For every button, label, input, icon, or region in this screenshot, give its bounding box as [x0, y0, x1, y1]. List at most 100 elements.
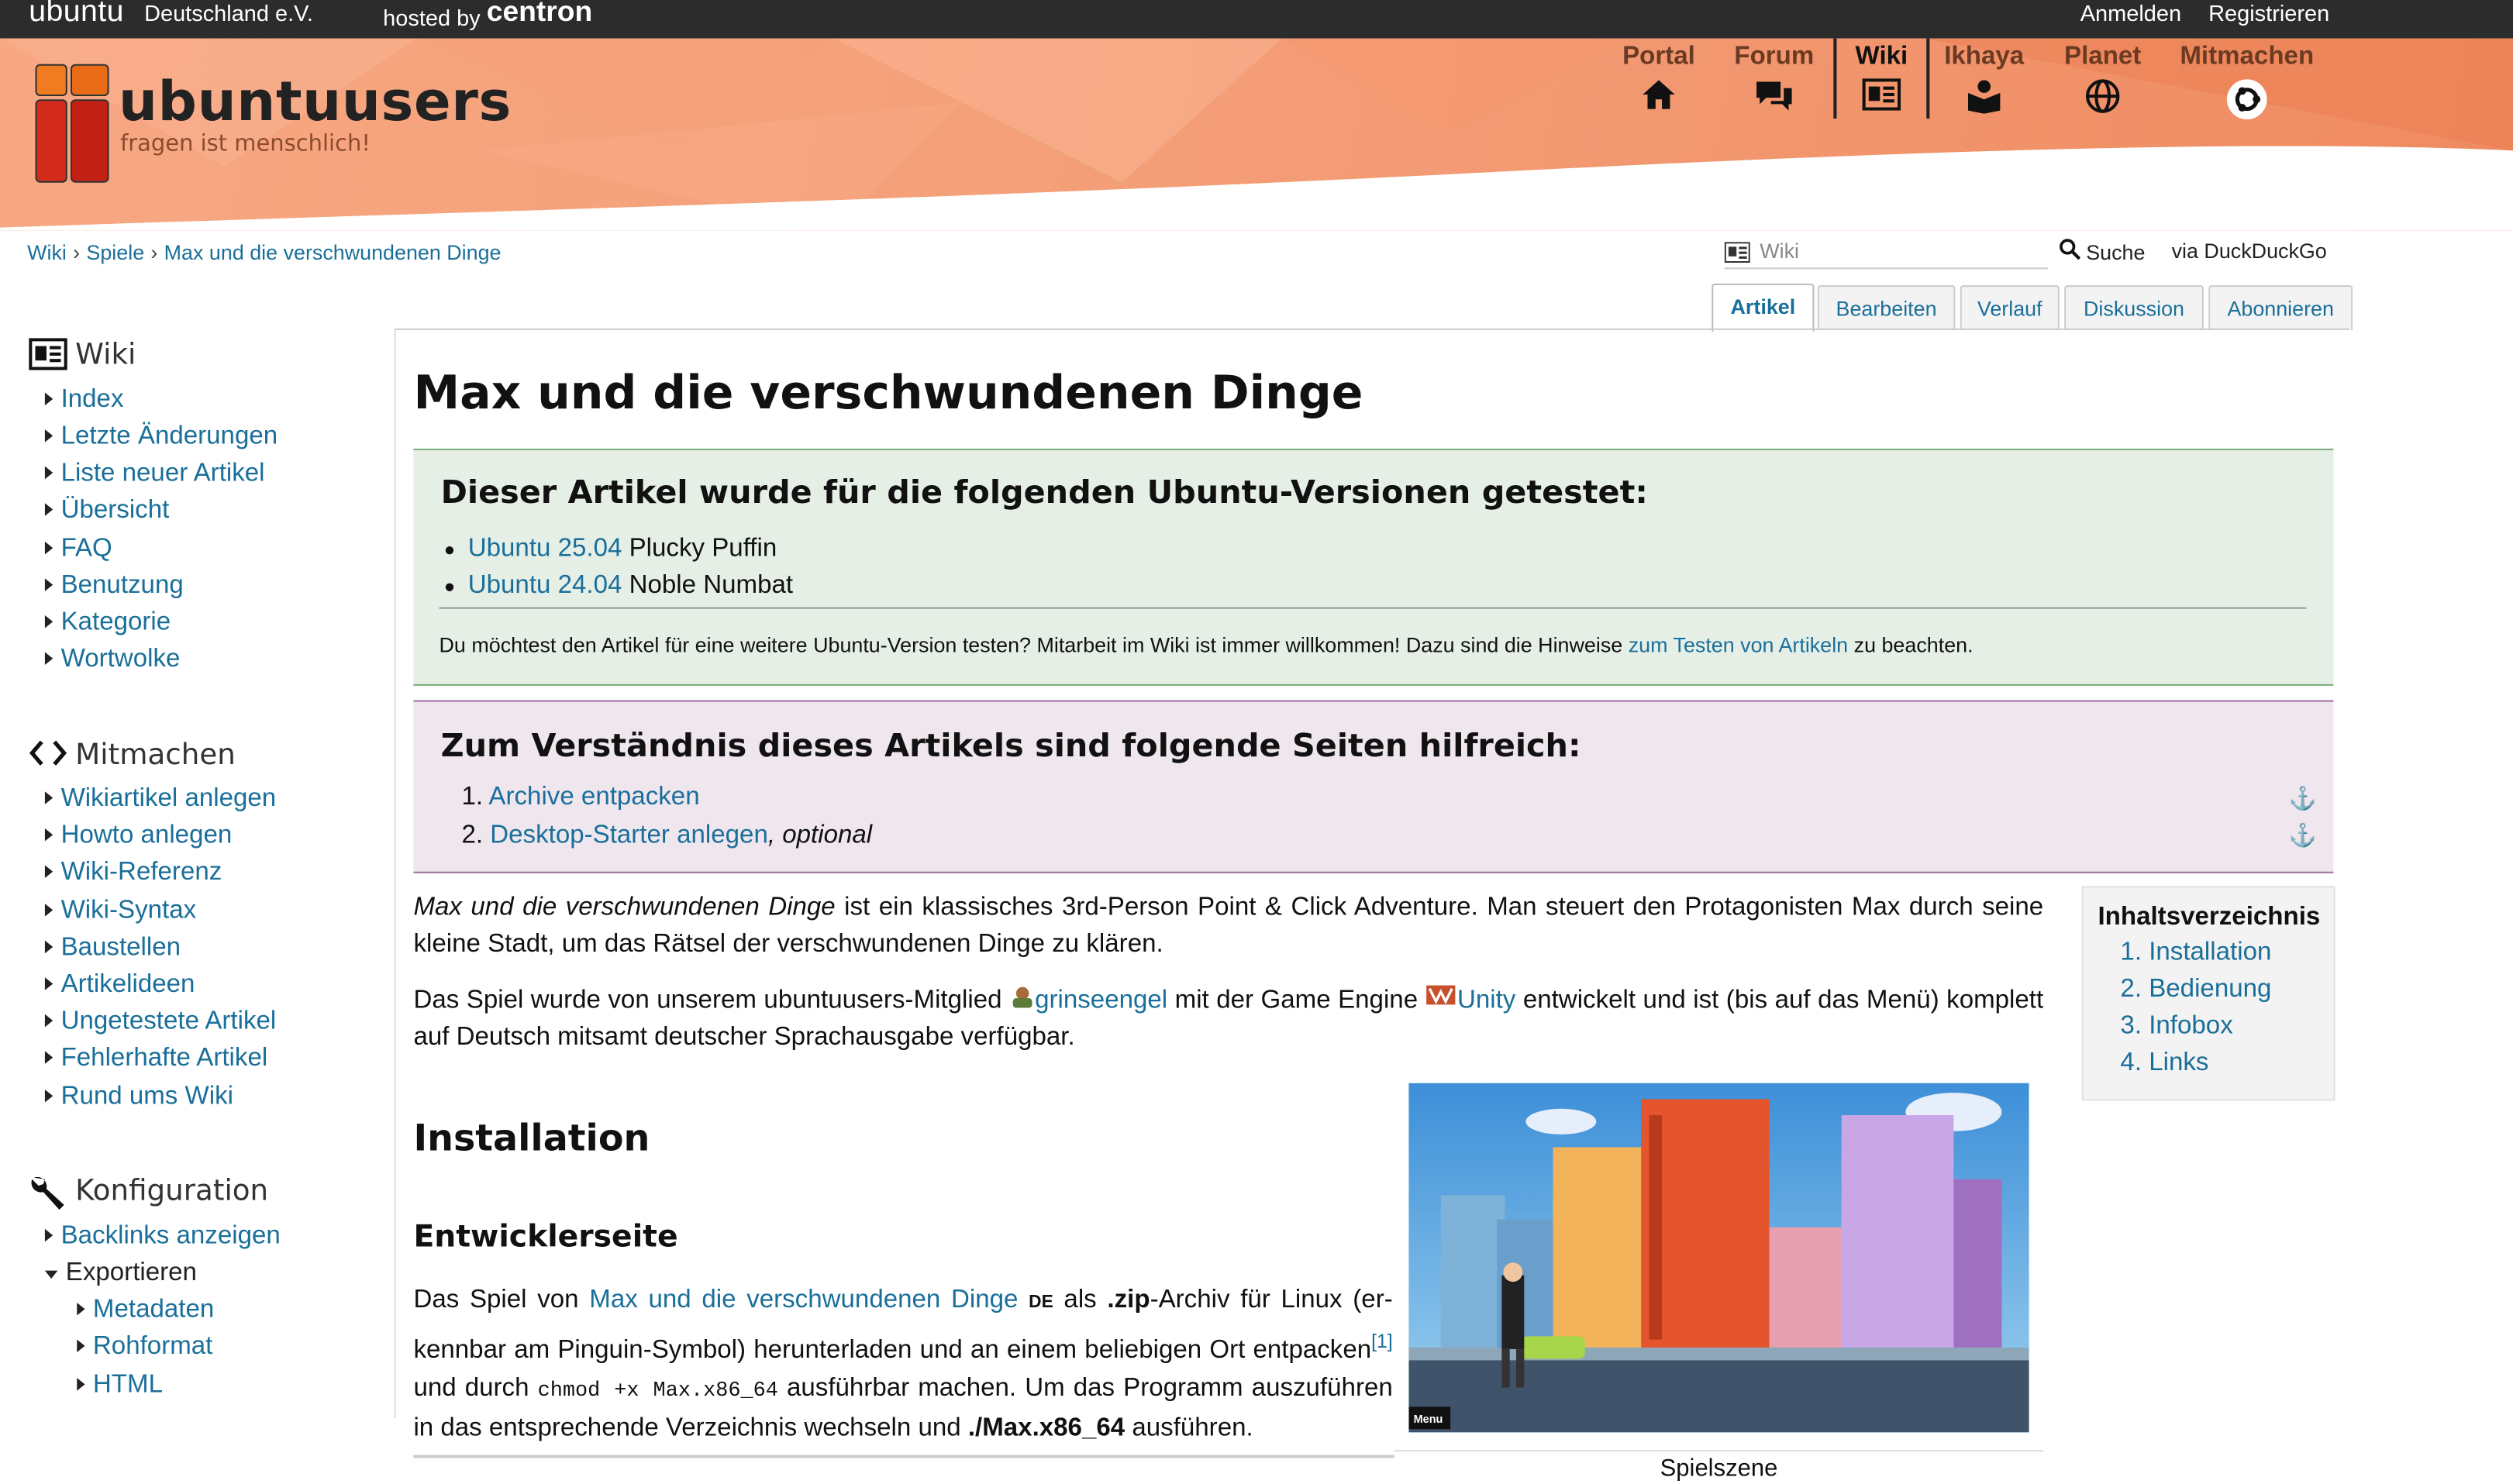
version-name: Plucky Puffin: [629, 535, 777, 563]
sidebar-heading-label: Mitmachen: [75, 739, 236, 773]
sidebar-item-letzte-aenderungen[interactable]: Letzte Änderungen: [45, 423, 278, 452]
list-item: Ubuntu 25.04 Plucky Puffin: [445, 535, 777, 564]
sidebar-item-baustellen[interactable]: Baustellen: [45, 934, 181, 962]
tested-heading: Dieser Artikel wurde für die folgenden U…: [440, 472, 1648, 511]
ubuntu-wordmark[interactable]: ubuntu: [29, 0, 124, 30]
register-link[interactable]: Registrieren: [2208, 0, 2329, 26]
list-number: 2.: [461, 821, 484, 849]
sidebar-item-wikiartikel-anlegen[interactable]: Wikiartikel anlegen: [45, 785, 277, 814]
version-link[interactable]: Ubuntu 25.04: [468, 535, 622, 563]
sidebar-item-rund-ums-wiki[interactable]: Rund ums Wiki: [45, 1083, 233, 1112]
sidebar-item-uebersicht[interactable]: Übersicht: [45, 497, 170, 525]
home-icon: [1612, 78, 1705, 119]
tab-divider: [394, 328, 2350, 330]
sidebar-item-backlinks[interactable]: Backlinks anzeigen: [45, 1223, 281, 1252]
command-code: ./Max.x86_64: [967, 1415, 1126, 1443]
install-text: .zip: [1107, 1286, 1150, 1314]
footnote-link[interactable]: [1]: [1371, 1330, 1393, 1352]
tested-note-text: zu beachten.: [1853, 632, 1974, 657]
toc-item[interactable]: 2. Bedienung: [2120, 976, 2271, 1004]
wrench-icon: [29, 1176, 67, 1217]
nav-planet[interactable]: Planet: [2055, 39, 2151, 119]
breadcrumb-item[interactable]: Wiki: [27, 240, 67, 264]
toc-item[interactable]: 3. Infobox: [2120, 1013, 2232, 1042]
login-link[interactable]: Anmelden: [2080, 0, 2181, 26]
tab-verlauf[interactable]: Verlauf: [1960, 285, 2060, 330]
sidebar-heading-mitmachen: Mitmachen: [29, 739, 236, 776]
nav-label: Wiki: [1855, 43, 1908, 71]
wiki-icon: [29, 338, 67, 378]
search-placeholder: Wiki: [1760, 239, 1799, 263]
sidebar-item-neue-artikel[interactable]: Liste neuer Artikel: [45, 460, 265, 488]
search-icon: [2060, 239, 2081, 264]
sidebar-item-artikelideen[interactable]: Artikelideen: [45, 971, 195, 1000]
hosted-by[interactable]: hosted by centron: [383, 0, 592, 33]
sidebar-item-howto-anlegen[interactable]: Howto anlegen: [45, 822, 233, 851]
search-button[interactable]: Suche: [2060, 239, 2146, 265]
ubuntu-de-label[interactable]: Deutschland e.V.: [144, 0, 313, 26]
sidebar-item-index[interactable]: Index: [45, 386, 124, 415]
wiki-icon: [1836, 78, 1926, 119]
nav-label: Mitmachen: [2180, 43, 2315, 71]
download-link[interactable]: Max und die verschwundenen Dinge: [589, 1286, 1018, 1314]
tab-diskussion[interactable]: Diskussion: [2064, 285, 2204, 330]
breadcrumb-item[interactable]: Max und die verschwundenen Dinge: [164, 240, 502, 264]
nav-label: Planet: [2064, 43, 2142, 71]
toc-item[interactable]: 4. Links: [2120, 1049, 2208, 1078]
sidebar-item-rohformat[interactable]: Rohformat: [77, 1333, 212, 1362]
unity-link[interactable]: Unity: [1457, 987, 1515, 1014]
tagline: fragen ist menschlich!: [120, 131, 371, 157]
sidebar-item-wiki-syntax[interactable]: Wiki-Syntax: [45, 897, 197, 926]
chat-icon: [1726, 78, 1822, 122]
sidebar-item-fehlerhafte-artikel[interactable]: Fehlerhafte Artikel: [45, 1045, 268, 1073]
breadcrumb-item[interactable]: Spiele: [86, 240, 144, 264]
site-header: ubuntuusers fragen ist menschlich! Porta…: [0, 38, 2513, 231]
intro-text: mit der Game Engine: [1167, 986, 1425, 1014]
sidebar-item-ungetestete-artikel[interactable]: Ungetestete Artikel: [45, 1008, 277, 1037]
page-title: Max und die verschwundenen Dinge: [413, 365, 1363, 420]
tab-artikel[interactable]: Artikel: [1712, 283, 1815, 332]
nav-ikhaya[interactable]: Ikhaya: [1936, 39, 2032, 119]
nav-wiki[interactable]: Wiki: [1833, 38, 1930, 119]
sidebar-divider: [394, 328, 396, 1418]
section-heading-installation: Installation: [413, 1118, 650, 1160]
tab-abonnieren[interactable]: Abonnieren: [2208, 285, 2353, 330]
anchor-icon[interactable]: ⚓: [2289, 785, 2317, 812]
sidebar-item-benutzung[interactable]: Benutzung: [45, 572, 184, 601]
sidebar-item-kategorie[interactable]: Kategorie: [45, 609, 171, 638]
breadcrumb: Wiki › Spiele › Max und die verschwundenen D…: [27, 240, 502, 265]
sidebar-item-metadaten[interactable]: Metadaten: [77, 1296, 214, 1325]
ubuntu-circle-icon: [2173, 78, 2321, 128]
brand-name[interactable]: ubuntuusers: [119, 71, 512, 135]
prerequisites-box: Zum Verständnis dieses Artikels sind fol…: [413, 700, 2334, 873]
nav-mitmachen[interactable]: Mitmachen: [2173, 39, 2321, 120]
nav-label: Forum: [1734, 43, 1815, 71]
tested-note: Du möchtest den Artikel für eine weitere…: [440, 633, 1974, 657]
nav-forum[interactable]: Forum: [1726, 39, 1822, 119]
sidebar-item-wortwolke[interactable]: Wortwolke: [45, 646, 181, 674]
prereq-link[interactable]: Archive entpacken: [488, 783, 699, 811]
sidebar-item-exportieren[interactable]: Exportieren: [45, 1259, 197, 1288]
sidebar-item-faq[interactable]: FAQ: [45, 535, 112, 564]
user-link[interactable]: grinseengel: [1035, 987, 1167, 1014]
list-item: Ubuntu 24.04 Noble Numbat: [445, 572, 793, 601]
tested-versions-box: Dieser Artikel wurde für die folgenden U…: [413, 448, 2334, 686]
anchor-icon[interactable]: ⚓: [2289, 822, 2317, 849]
nav-portal[interactable]: Portal: [1612, 39, 1705, 119]
testing-link[interactable]: zum Testen von Artikeln: [1629, 633, 1848, 657]
language-badge: DE: [1029, 1293, 1053, 1313]
intro-paragraph: Das Spiel wurde von unserem ubuntuusers-…: [413, 982, 2043, 1055]
wiki-icon: [1724, 242, 1750, 267]
prereq-link[interactable]: Desktop-Starter anlegen: [490, 822, 768, 849]
code-icon: [29, 740, 67, 775]
install-text: ausführen.: [1125, 1415, 1253, 1443]
search-button-label: Suche: [2086, 240, 2146, 265]
sidebar-item-html[interactable]: HTML: [77, 1372, 163, 1400]
toc-item[interactable]: 1. Installation: [2120, 939, 2271, 968]
version-link[interactable]: Ubuntu 24.04: [468, 572, 622, 599]
sidebar-heading-konfiguration: Konfiguration: [29, 1175, 268, 1218]
search-input[interactable]: Wiki: [1724, 237, 2049, 270]
game-screenshot[interactable]: Menu: [1408, 1083, 2029, 1433]
sidebar-item-wiki-referenz[interactable]: Wiki-Referenz: [45, 859, 222, 887]
tab-bearbeiten[interactable]: Bearbeiten: [1817, 285, 1956, 330]
